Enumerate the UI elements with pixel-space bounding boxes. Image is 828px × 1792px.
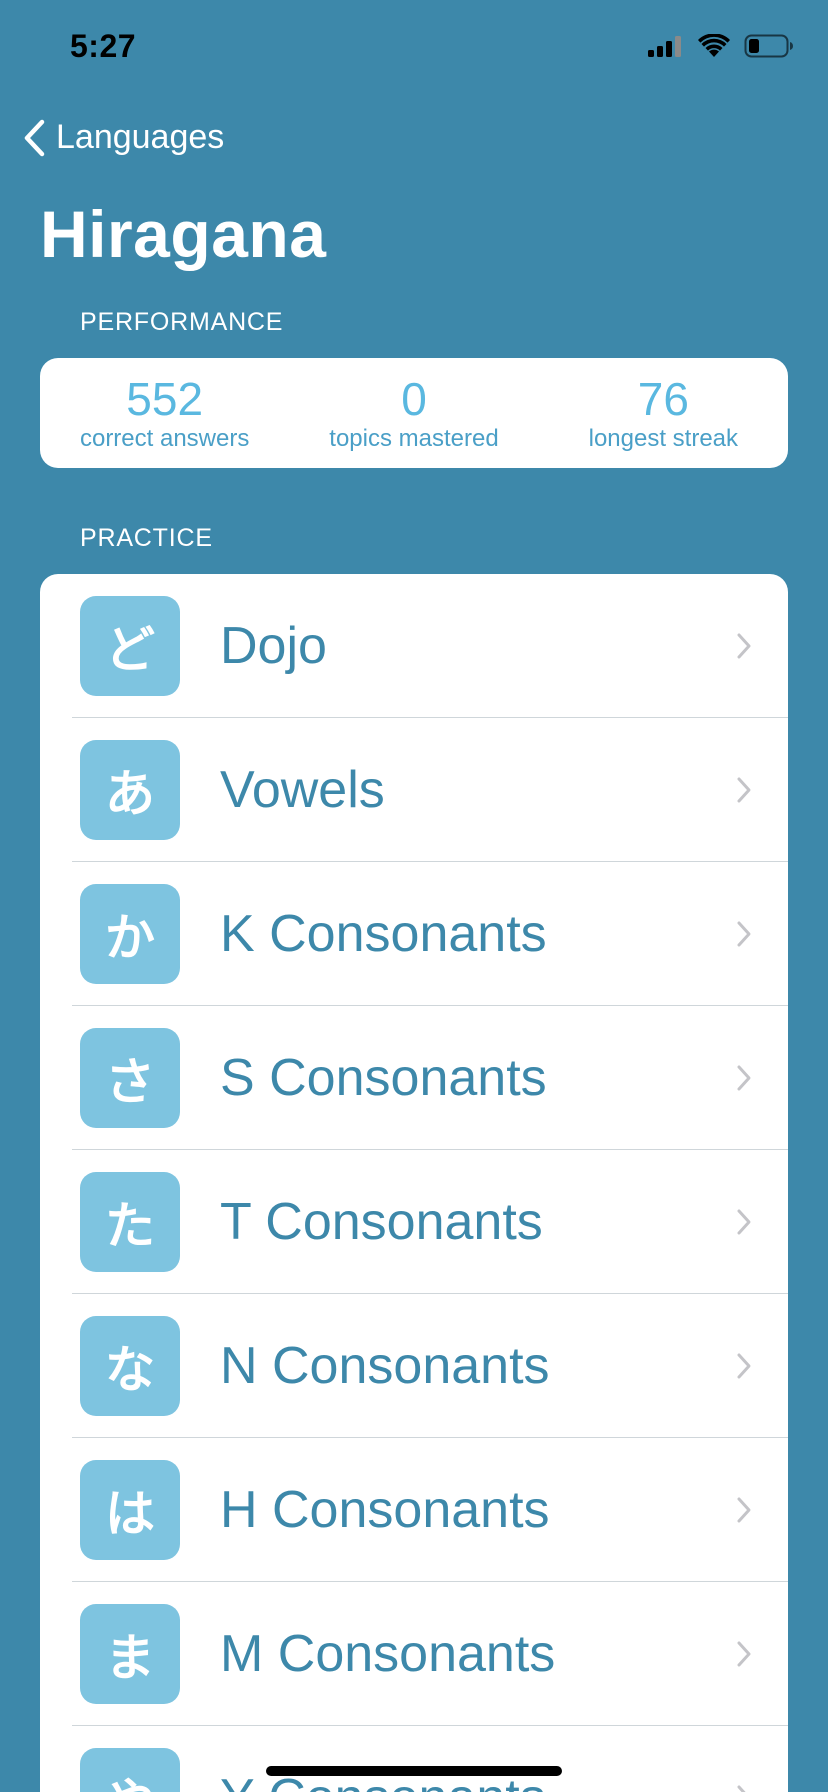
kana-tile-icon: あ bbox=[80, 740, 180, 840]
battery-icon bbox=[744, 34, 793, 58]
stat-label: longest streak bbox=[588, 425, 739, 452]
stat-longest-streak: 76 longest streak bbox=[539, 373, 788, 453]
chevron-right-icon bbox=[737, 921, 751, 947]
stat-label: topics mastered bbox=[329, 425, 499, 452]
practice-item-n-consonants[interactable]: な N Consonants bbox=[40, 1294, 788, 1438]
stat-label: correct answers bbox=[79, 425, 250, 452]
practice-item-label: K Consonants bbox=[220, 905, 547, 963]
back-button[interactable]: Languages bbox=[22, 118, 224, 157]
kana-tile-icon: や bbox=[80, 1748, 180, 1792]
practice-list: ど Dojo あ Vowels か K Consonants さ S Conso… bbox=[40, 574, 788, 1792]
kana-tile-icon: な bbox=[80, 1316, 180, 1416]
kana-tile-icon: た bbox=[80, 1172, 180, 1272]
practice-item-label: M Consonants bbox=[220, 1625, 556, 1683]
kana-tile-icon: か bbox=[80, 884, 180, 984]
chevron-right-icon bbox=[737, 1785, 746, 1792]
stat-value: 0 bbox=[401, 373, 427, 425]
practice-item-h-consonants[interactable]: は H Consonants bbox=[40, 1438, 788, 1582]
page-title: Hiragana bbox=[40, 197, 327, 271]
chevron-right-icon bbox=[737, 1353, 751, 1379]
kana-tile-icon: ま bbox=[80, 1604, 180, 1704]
stat-value: 552 bbox=[126, 373, 204, 425]
stat-value: 76 bbox=[637, 373, 689, 425]
practice-item-m-consonants[interactable]: ま M Consonants bbox=[40, 1582, 788, 1726]
cellular-signal-icon bbox=[648, 36, 681, 57]
stat-topics-mastered: 0 topics mastered bbox=[289, 373, 538, 453]
back-label: Languages bbox=[56, 118, 225, 156]
practice-item-label: Dojo bbox=[220, 617, 327, 675]
screen: 5:27 Languages Hiragana PERFORMANCE 552 … bbox=[0, 0, 828, 1792]
chevron-right-icon bbox=[737, 1497, 751, 1523]
chevron-left-icon bbox=[24, 119, 45, 156]
kana-tile-icon: さ bbox=[80, 1028, 180, 1128]
home-indicator[interactable] bbox=[266, 1766, 562, 1776]
chevron-right-icon bbox=[737, 633, 751, 659]
practice-item-label: H Consonants bbox=[220, 1481, 550, 1539]
chevron-right-icon bbox=[737, 1209, 751, 1235]
practice-item-label: N Consonants bbox=[220, 1337, 550, 1395]
practice-item-k-consonants[interactable]: か K Consonants bbox=[40, 862, 788, 1006]
practice-item-y-consonants[interactable]: や Y Consonants bbox=[40, 1726, 788, 1792]
kana-tile-icon: は bbox=[80, 1460, 180, 1560]
wifi-icon bbox=[698, 34, 730, 57]
practice-item-label: S Consonants bbox=[220, 1049, 547, 1107]
performance-card: 552 correct answers 0 topics mastered 76… bbox=[40, 358, 788, 468]
status-icons bbox=[648, 34, 794, 58]
chevron-right-icon bbox=[737, 1641, 751, 1667]
practice-item-t-consonants[interactable]: た T Consonants bbox=[40, 1150, 788, 1294]
kana-tile-icon: ど bbox=[80, 596, 180, 696]
practice-item-dojo[interactable]: ど Dojo bbox=[40, 574, 788, 718]
practice-item-vowels[interactable]: あ Vowels bbox=[40, 718, 788, 862]
practice-header: PRACTICE bbox=[80, 524, 213, 552]
chevron-right-icon bbox=[737, 777, 751, 803]
status-time: 5:27 bbox=[70, 28, 137, 64]
chevron-right-icon bbox=[737, 1065, 751, 1091]
performance-header: PERFORMANCE bbox=[80, 308, 284, 336]
practice-item-label: T Consonants bbox=[220, 1193, 543, 1251]
practice-item-label: Vowels bbox=[220, 761, 385, 819]
stat-correct-answers: 552 correct answers bbox=[40, 373, 289, 453]
practice-item-s-consonants[interactable]: さ S Consonants bbox=[40, 1006, 788, 1150]
